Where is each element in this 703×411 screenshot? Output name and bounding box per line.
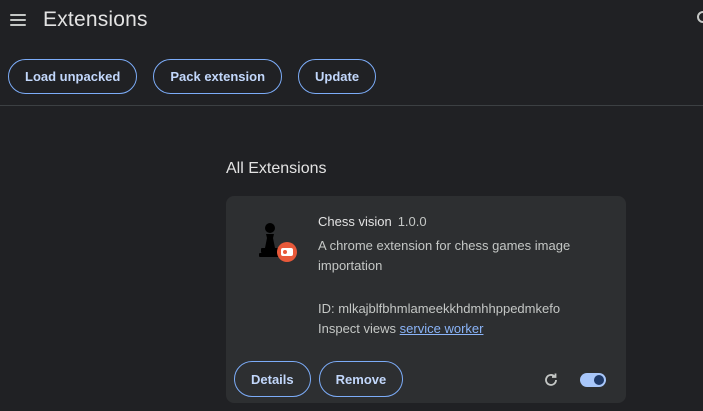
inspect-views: Inspect views service worker [318,321,483,336]
card-actions: Details Remove [234,361,404,397]
toolbar-divider [0,105,703,106]
enable-toggle[interactable] [580,373,606,387]
extension-name: Chess vision [318,214,392,229]
hamburger-menu-icon[interactable] [8,11,28,29]
details-button[interactable]: Details [234,361,311,397]
extension-title-row: Chess vision 1.0.0 [318,214,427,229]
extension-description: A chrome extension for chess games image… [318,238,571,273]
extension-version: 1.0.0 [397,214,427,229]
inspect-views-label: Inspect views [318,321,397,336]
toolbar: Load unpacked Pack extension Update [8,59,377,94]
extension-id: ID: mlkajblfbhmlameekkhdmhhppedmkefo [318,301,561,316]
load-unpacked-button[interactable]: Load unpacked [8,59,138,94]
record-badge-icon [276,241,298,263]
reload-icon[interactable] [542,371,560,389]
header: Extensions [0,0,703,44]
remove-button[interactable]: Remove [318,361,404,397]
search-icon[interactable] [697,11,703,23]
section-title: All Extensions [226,160,327,177]
update-button[interactable]: Update [298,59,377,94]
toggle-knob [594,375,604,385]
pack-extension-button[interactable]: Pack extension [153,59,283,94]
extension-card: Chess vision 1.0.0 A chrome extension for… [226,196,626,403]
service-worker-link[interactable]: service worker [400,321,484,336]
page-title: Extensions [43,8,148,31]
extensions-page: Extensions Load unpacked Pack extension … [0,0,703,411]
